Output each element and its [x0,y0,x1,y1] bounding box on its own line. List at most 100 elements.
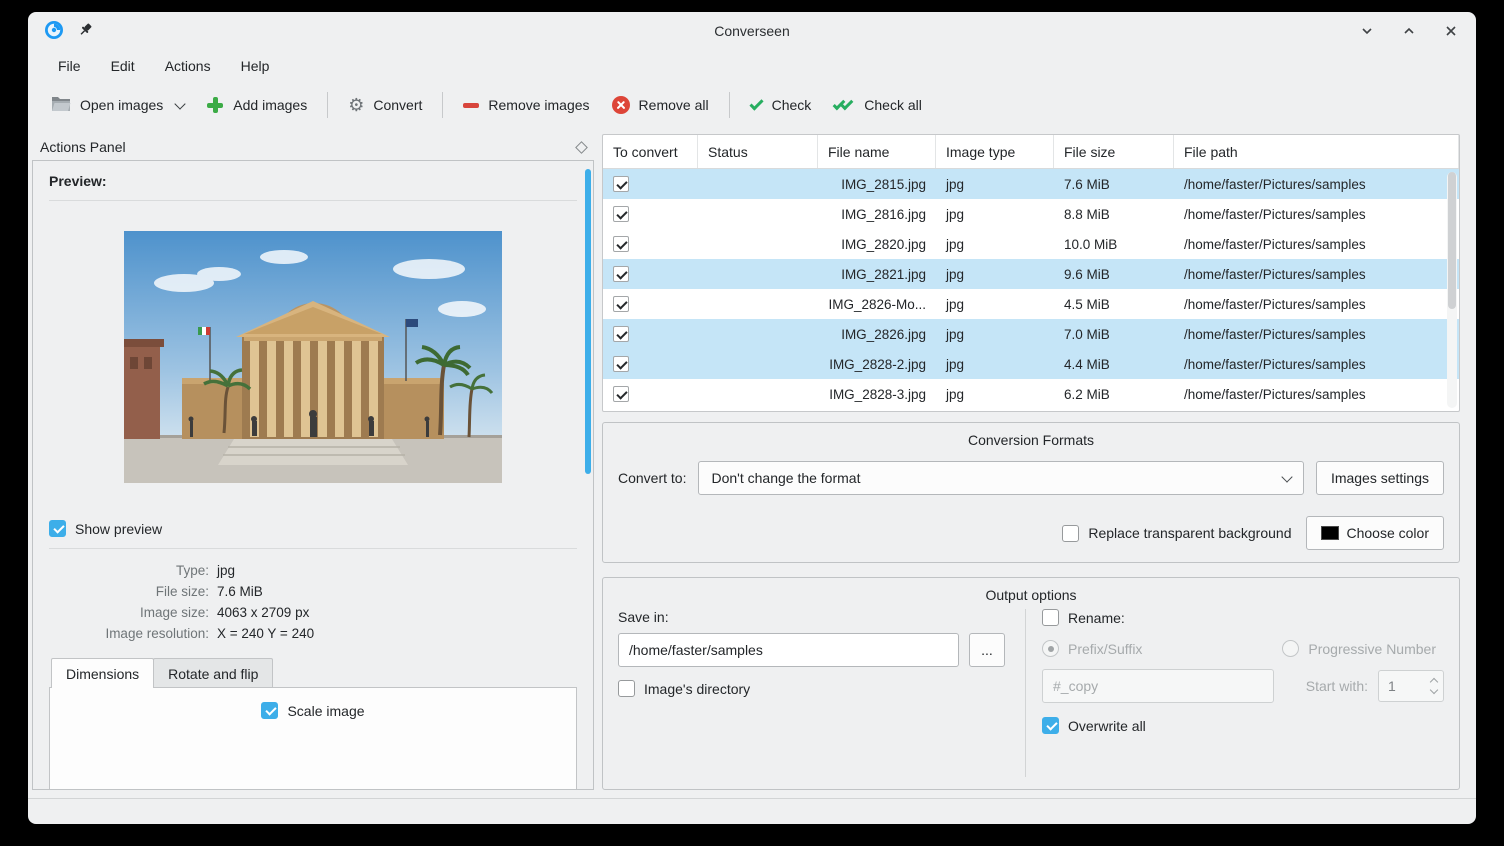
open-images-label: Open images [80,97,163,113]
column-header-name[interactable]: File name [818,135,936,168]
format-combobox[interactable]: Don't change the format [698,461,1303,495]
file-name-cell: IMG_2828-2.jpg [818,357,936,372]
table-row[interactable]: IMG_2828-2.jpgjpg4.4 MiB/home/faster/Pic… [603,349,1459,379]
image-type-cell: jpg [936,327,1054,342]
column-header-status[interactable]: Status [698,135,818,168]
preview-label: Preview: [49,173,577,189]
to-convert-checkbox[interactable] [613,326,629,342]
window-title: Converseen [28,23,1476,39]
to-convert-checkbox[interactable] [613,356,629,372]
spinbox-arrows[interactable] [1425,679,1443,693]
show-preview-checkbox[interactable] [49,520,66,537]
images-directory-checkbox[interactable] [618,680,635,697]
file-path-cell: /home/faster/Pictures/samples [1174,237,1459,252]
remove-images-button[interactable]: Remove images [452,89,600,121]
table-row[interactable]: IMG_2826-Mo...jpg4.5 MiB/home/faster/Pic… [603,289,1459,319]
menu-file[interactable]: File [46,54,93,78]
column-header-path[interactable]: File path [1174,135,1459,168]
to-convert-checkbox[interactable] [613,296,629,312]
file-name-cell: IMG_2815.jpg [818,177,936,192]
toolbar: Open images Add images ⚙ Convert Remove … [28,82,1476,128]
file-path-cell: /home/faster/Pictures/samples [1174,267,1459,282]
add-images-button[interactable]: Add images [195,88,318,122]
type-label: Type: [49,563,209,578]
menu-edit[interactable]: Edit [99,54,147,78]
minimize-button[interactable] [1358,22,1376,40]
images-settings-button[interactable]: Images settings [1316,461,1444,495]
scale-image-checkbox[interactable] [261,702,278,719]
prefix-suffix-option[interactable]: Prefix/Suffix [1042,640,1142,657]
file-path-cell: /home/faster/Pictures/samples [1174,327,1459,342]
to-convert-checkbox[interactable] [613,176,629,192]
check-button[interactable]: Check [739,89,823,121]
replace-background-checkbox[interactable] [1062,525,1079,542]
tab-dimensions[interactable]: Dimensions [51,658,154,688]
progressive-number-option[interactable]: Progressive Number [1282,640,1436,657]
file-table-header: To convertStatusFile nameImage typeFile … [603,135,1459,169]
actions-panel: Actions Panel Preview: [32,134,594,790]
file-size-cell: 7.6 MiB [1054,177,1174,192]
table-row[interactable]: IMG_2815.jpgjpg7.6 MiB/home/faster/Pictu… [603,169,1459,199]
remove-all-button[interactable]: Remove all [601,88,720,122]
tab-rotate-flip[interactable]: Rotate and flip [153,658,273,688]
scale-image-row: Scale image [50,702,576,719]
toolbar-separator [729,92,730,118]
output-options-title: Output options [618,587,1444,603]
open-images-button[interactable]: Open images [40,87,195,123]
save-path-input[interactable]: /home/faster/samples [618,633,959,667]
actions-panel-header[interactable]: Actions Panel [32,134,594,160]
dimensions-tab-pane: Scale image [49,687,577,790]
file-size-label: File size: [49,584,209,599]
check-label: Check [772,97,812,113]
browse-button[interactable]: ... [969,633,1005,667]
start-with-spinbox[interactable]: 1 [1378,670,1444,702]
gear-icon: ⚙ [348,96,364,114]
conversion-formats-title: Conversion Formats [618,432,1444,448]
rename-pattern-input[interactable]: #_copy [1042,669,1274,703]
check-all-button[interactable]: Check all [822,89,933,121]
choose-color-label: Choose color [1347,525,1430,541]
color-swatch [1321,526,1339,540]
column-header-type[interactable]: Image type [936,135,1054,168]
menu-help[interactable]: Help [229,54,282,78]
rename-checkbox[interactable] [1042,609,1059,626]
rename-pattern-row: #_copy Start with: 1 [1042,669,1444,703]
to-convert-checkbox[interactable] [613,206,629,222]
menu-actions[interactable]: Actions [153,54,223,78]
column-header-check[interactable]: To convert [603,135,698,168]
table-row[interactable]: IMG_2820.jpgjpg10.0 MiB/home/faster/Pict… [603,229,1459,259]
float-panel-icon[interactable] [575,141,588,154]
table-row[interactable]: IMG_2816.jpgjpg8.8 MiB/home/faster/Pictu… [603,199,1459,229]
choose-color-button[interactable]: Choose color [1306,516,1445,550]
table-row[interactable]: IMG_2821.jpgjpg9.6 MiB/home/faster/Pictu… [603,259,1459,289]
table-row[interactable]: IMG_2826.jpgjpg7.0 MiB/home/faster/Pictu… [603,319,1459,349]
spin-down-icon[interactable] [1430,686,1438,694]
overwrite-all-checkbox[interactable] [1042,717,1059,734]
to-convert-checkbox[interactable] [613,386,629,402]
maximize-button[interactable] [1400,22,1418,40]
to-convert-cell [603,266,698,282]
images-settings-label: Images settings [1331,470,1429,486]
prefix-suffix-radio[interactable] [1042,640,1059,657]
remove-images-label: Remove images [488,97,589,113]
title-bar[interactable]: Converseen [28,12,1476,50]
file-table-scrollbar[interactable] [1447,172,1457,408]
save-in-label: Save in: [618,609,1005,625]
column-header-size[interactable]: File size [1054,135,1174,168]
separator [49,200,577,201]
rename-pattern-value: #_copy [1053,678,1098,694]
progressive-number-label: Progressive Number [1308,641,1436,657]
images-directory-label: Image's directory [644,681,750,697]
close-button[interactable] [1442,22,1460,40]
pin-icon[interactable] [78,22,93,40]
scrollbar-handle[interactable] [1448,172,1456,309]
progressive-number-radio[interactable] [1282,640,1299,657]
convert-button[interactable]: ⚙ Convert [337,88,433,122]
actions-panel-scrollbar[interactable] [585,169,591,474]
file-name-cell: IMG_2821.jpg [818,267,936,282]
to-convert-checkbox[interactable] [613,266,629,282]
table-row[interactable]: IMG_2828-3.jpgjpg6.2 MiB/home/faster/Pic… [603,379,1459,409]
menu-bar: File Edit Actions Help [28,50,1476,82]
browse-label: ... [981,642,993,658]
to-convert-checkbox[interactable] [613,236,629,252]
